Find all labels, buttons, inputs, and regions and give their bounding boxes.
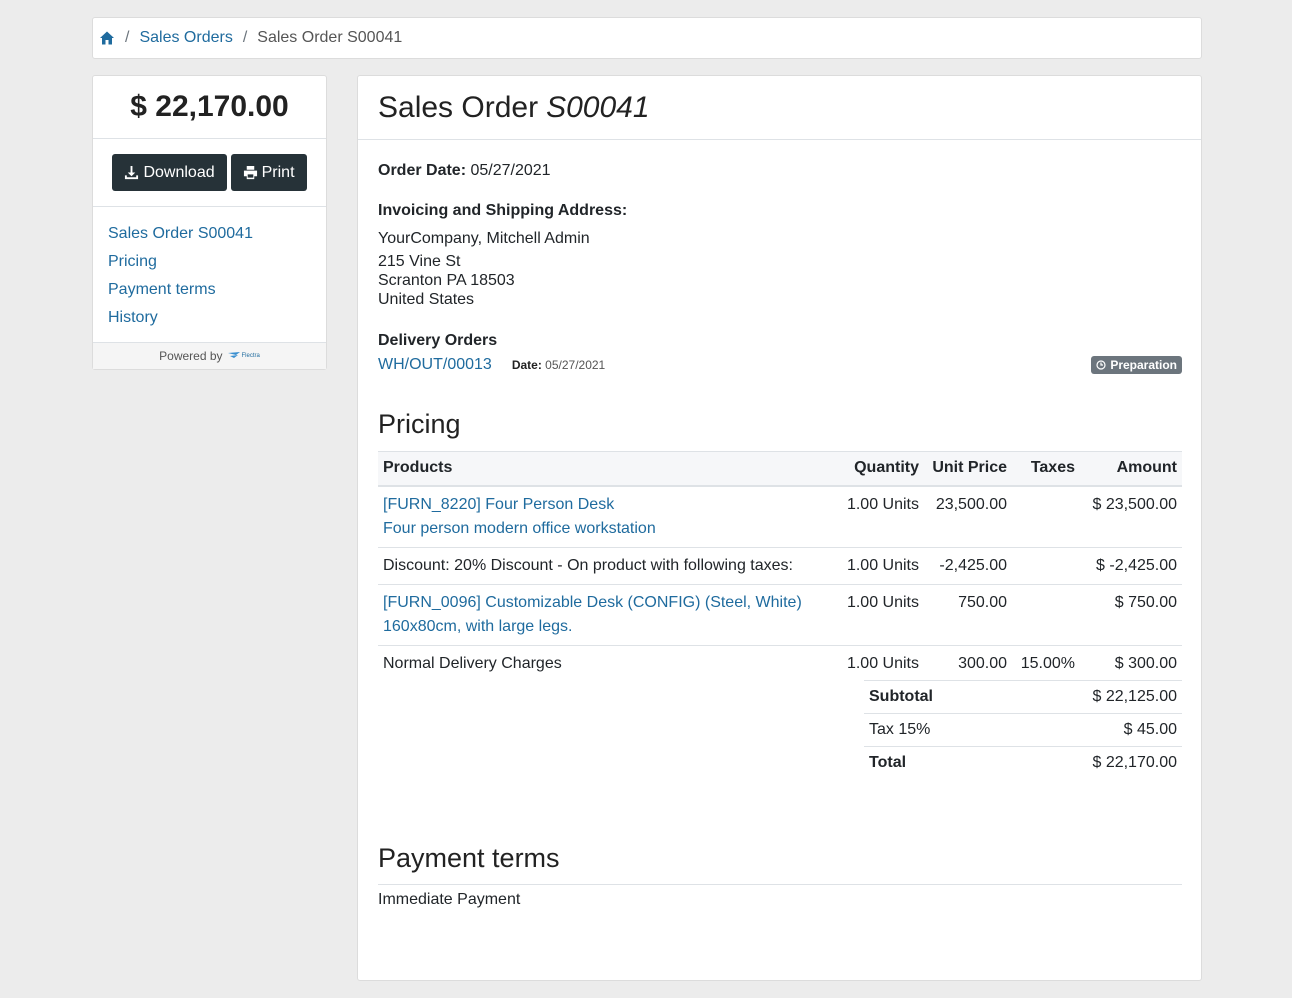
powered-by-label: Powered by [159, 349, 223, 363]
address-line: 215 Vine St [378, 253, 461, 270]
col-amount: Amount [1080, 451, 1182, 487]
line-amount: $ 750.00 [1080, 584, 1182, 646]
powered-by: Powered by Flectra [93, 343, 326, 369]
breadcrumb-separator: / [125, 29, 130, 46]
line-unit-price: -2,425.00 [924, 547, 1012, 585]
breadcrumb-current: Sales Order S00041 [257, 29, 403, 46]
product-description[interactable]: Four person modern office workstation [383, 517, 829, 541]
flectra-logo-icon [227, 352, 240, 358]
line-quantity: 1.00 Units [834, 485, 924, 548]
page-title-prefix: Sales Order [378, 90, 539, 124]
delivery-orders-title: Delivery Orders [378, 332, 498, 349]
sidebar-item-payment-terms[interactable]: Payment terms [108, 276, 311, 304]
delivery-date-label: Date: [511, 358, 542, 372]
address-lines: 215 Vine St Scranton PA 18503 United Sta… [378, 252, 515, 309]
sidebar: $ 22,170.00 Download Print Sales Order S… [92, 75, 327, 370]
address-line: Scranton PA 18503 [378, 272, 515, 289]
breadcrumb: / Sales Orders / Sales Order S00041 [92, 17, 1202, 59]
order-date-label: Order Date: [378, 162, 467, 179]
sidebar-total: $ 22,170.00 [93, 76, 326, 139]
sidebar-actions: Download Print [93, 139, 326, 207]
line-quantity: 1.00 Units [846, 654, 919, 672]
delivery-date-value: 05/27/2021 [545, 358, 606, 372]
delivery-date: Date: 05/27/2021 [512, 358, 605, 372]
col-quantity: Quantity [834, 451, 924, 487]
col-taxes: Taxes [1012, 451, 1080, 487]
download-label: Download [143, 163, 215, 181]
subtotal-value: $ 22,125.00 [1003, 680, 1182, 714]
order-card: Sales Order S00041 Order Date: 05/27/202… [357, 75, 1202, 981]
clock-icon [1096, 360, 1106, 370]
print-icon [243, 165, 257, 180]
delivery-order-row: WH/OUT/00013 Date: 05/27/2021 Preparatio… [378, 356, 1182, 374]
flectra-logo[interactable]: Flectra [227, 352, 260, 360]
total-value: $ 22,170.00 [1003, 746, 1182, 780]
breadcrumb-separator: / [242, 29, 248, 46]
delivery-order-link[interactable]: WH/OUT/00013 [378, 356, 492, 374]
line-unit-price: 750.00 [924, 584, 1012, 646]
col-unit-price: Unit Price [924, 451, 1012, 487]
print-label: Print [261, 163, 295, 181]
line-taxes [1012, 485, 1080, 548]
download-icon [125, 165, 139, 180]
address-title: Invoicing and Shipping Address: [378, 202, 628, 219]
sidebar-nav: Sales Order S00041 Pricing Payment terms… [93, 207, 326, 343]
pricing-title: Pricing [378, 409, 461, 439]
status-badge: Preparation [1091, 356, 1182, 374]
table-row: [FURN_8220] Four Person Desk Four person… [378, 485, 1182, 548]
page-title: Sales Order S00041 [358, 76, 1201, 140]
subtotal-label: Subtotal [864, 680, 1004, 714]
total-label: Total [864, 746, 1004, 780]
status-badge-label: Preparation [1110, 358, 1177, 372]
tax-value: $ 45.00 [1003, 713, 1182, 747]
line-taxes: 15.00% [1020, 654, 1075, 672]
product-link[interactable]: [FURN_8220] Four Person Desk [383, 493, 829, 517]
download-button[interactable]: Download [112, 154, 227, 191]
payment-terms-value: Immediate Payment [378, 891, 521, 908]
table-row: Discount: 20% Discount - On product with… [378, 547, 1182, 585]
tax-row: Tax 15% $ 45.00 [864, 713, 1182, 747]
order-date: Order Date: 05/27/2021 [378, 162, 551, 180]
tax-label: Tax 15% [864, 713, 1004, 747]
breadcrumb-sales-orders[interactable]: Sales Orders [139, 29, 232, 47]
order-lines-table: Products Quantity Unit Price Taxes Amoun… [378, 451, 1182, 682]
subtotal-row: Subtotal $ 22,125.00 [864, 680, 1182, 714]
home-icon[interactable] [99, 30, 115, 46]
table-row: Normal Delivery Charges 1.00 Units 300.0… [378, 645, 1182, 682]
line-unit-price: 300.00 [958, 654, 1007, 672]
line-taxes [1012, 584, 1080, 646]
line-amount: $ 23,500.00 [1080, 485, 1182, 548]
address-line: United States [378, 291, 475, 308]
product-description[interactable]: 160x80cm, with large legs. [383, 615, 829, 639]
line-amount: $ 300.00 [1114, 654, 1177, 672]
order-date-value: 05/27/2021 [470, 162, 551, 179]
col-products: Products [378, 451, 834, 487]
flectra-logo-text: Flectra [241, 353, 260, 359]
sidebar-item-pricing[interactable]: Pricing [108, 248, 311, 276]
line-unit-price: 23,500.00 [924, 485, 1012, 548]
table-row: [FURN_0096] Customizable Desk (CONFIG) (… [378, 584, 1182, 646]
product-link[interactable]: [FURN_0096] Customizable Desk (CONFIG) (… [383, 591, 829, 615]
divider [378, 884, 1182, 885]
sidebar-item-history[interactable]: History [108, 304, 311, 332]
print-button[interactable]: Print [230, 154, 307, 191]
line-name: Normal Delivery Charges [383, 654, 562, 672]
line-quantity: 1.00 Units [834, 547, 924, 585]
line-taxes [1012, 547, 1080, 585]
payment-terms-title: Payment terms [378, 843, 560, 873]
page-title-ref: S00041 [546, 90, 650, 124]
line-amount: $ -2,425.00 [1080, 547, 1182, 585]
address-name: YourCompany, Mitchell Admin [378, 230, 590, 247]
line-quantity: 1.00 Units [834, 584, 924, 646]
line-name: Discount: 20% Discount - On product with… [378, 547, 834, 585]
total-row: Total $ 22,170.00 [864, 746, 1182, 780]
sidebar-item-sales-order[interactable]: Sales Order S00041 [108, 220, 311, 248]
totals-table: Subtotal $ 22,125.00 Tax 15% $ 45.00 Tot… [864, 680, 1182, 780]
